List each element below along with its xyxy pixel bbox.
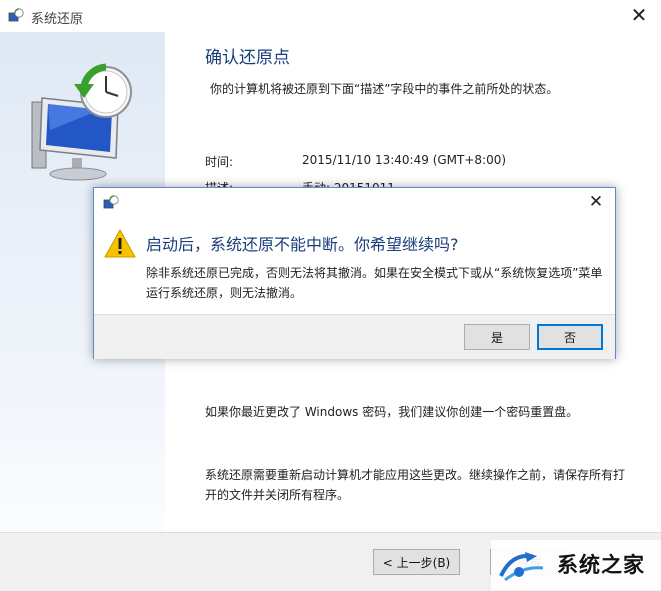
confirm-dialog: ✕ 启动后，系统还原不能中断。你希望继续吗? 除非系统还原已完成，否则无法将其撤… (93, 187, 616, 359)
restart-note: 系统还原需要重新启动计算机才能应用这些更改。继续操作之前，请保存所有打开的文件并… (205, 468, 626, 502)
page-title: 确认还原点 (205, 48, 290, 68)
watermark-logo-icon (499, 552, 544, 582)
watermark-text: 系统之家 (557, 553, 645, 577)
page-description: 你的计算机将被还原到下面“描述”字段中的事件之前所处的状态。 (210, 82, 559, 96)
title-bar: 系统还原 ✕ (0, 0, 661, 32)
system-restore-icon (31, 63, 132, 181)
close-icon[interactable]: ✕ (586, 192, 606, 212)
dialog-footer: 是 否 (94, 314, 615, 359)
dialog-main-instruction: 启动后，系统还原不能中断。你希望继续吗? (146, 235, 459, 254)
system-restore-window: 系统还原 ✕ 确认还原点 你的计算机将被还原到下面“描述”字段中的事件之前所处的… (0, 0, 661, 591)
window-title: 系统还原 (31, 12, 84, 27)
warning-icon (104, 228, 136, 258)
yes-button[interactable]: 是 (464, 324, 530, 350)
watermark: 系统之家 (491, 540, 661, 590)
password-note: 如果你最近更改了 Windows 密码，我们建议你创建一个密码重置盘。 (205, 405, 579, 419)
system-restore-icon (8, 8, 24, 22)
close-icon[interactable]: ✕ (627, 4, 651, 28)
system-restore-icon (103, 195, 119, 209)
no-button[interactable]: 否 (537, 324, 603, 350)
back-button[interactable]: < 上一步(B) (373, 549, 460, 575)
time-label: 时间: (205, 155, 234, 169)
time-value: 2015/11/10 13:40:49 (GMT+8:00) (302, 153, 507, 167)
dialog-message: 除非系统还原已完成，否则无法将其撤消。如果在安全模式下或从“系统恢复选项”菜单运… (146, 266, 603, 300)
